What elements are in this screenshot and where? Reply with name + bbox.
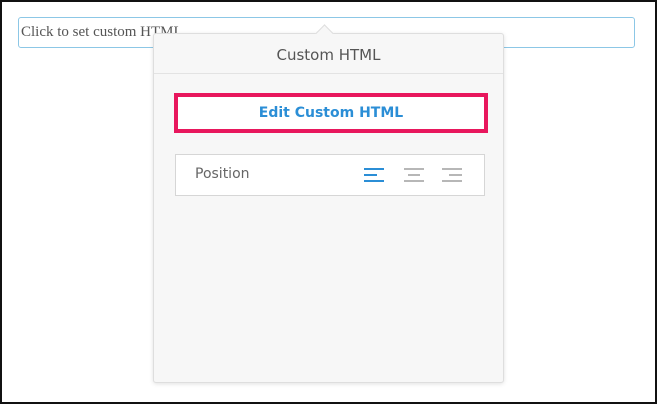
popover-header: Custom HTML xyxy=(154,34,503,74)
align-right-icon[interactable] xyxy=(442,167,464,183)
position-label: Position xyxy=(195,166,250,182)
editor-canvas: Click to set custom HTML Custom HTML Edi… xyxy=(0,0,657,404)
edit-custom-html-label: Edit Custom HTML xyxy=(258,105,404,121)
align-center-icon[interactable] xyxy=(404,167,426,183)
edit-custom-html-button[interactable]: Edit Custom HTML xyxy=(174,93,488,133)
custom-html-popover: Custom HTML Edit Custom HTML Position xyxy=(153,24,504,383)
align-left-icon[interactable] xyxy=(364,167,386,183)
position-control: Position xyxy=(175,154,485,196)
popover-title: Custom HTML xyxy=(276,45,381,64)
